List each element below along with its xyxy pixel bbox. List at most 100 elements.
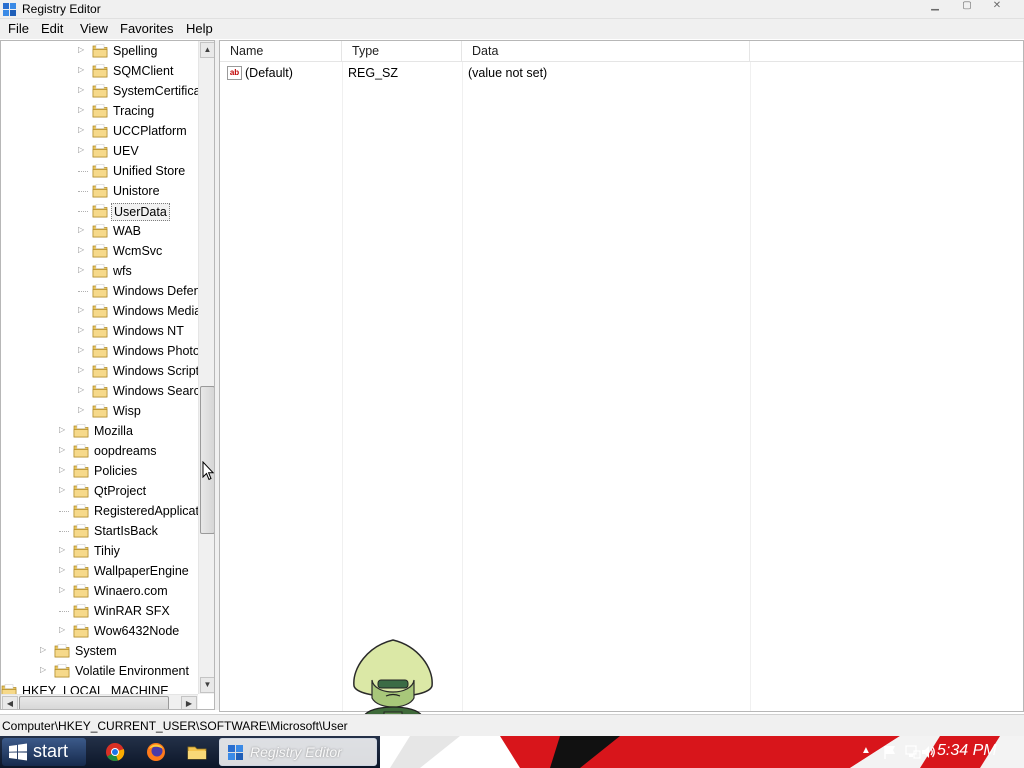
expand-arrow-icon[interactable]: ▷ [78,265,86,275]
tree-item[interactable]: ▷ Mozilla [1,422,198,440]
taskbar-registry-editor[interactable]: Registry Editor [219,738,377,766]
tree-item-label[interactable]: Wow6432Node [92,623,181,639]
tree-item[interactable]: ▷Windows Script Host [1,362,214,380]
tree-item-label[interactable]: StartIsBack [92,523,160,539]
firefox-icon[interactable] [145,741,167,763]
expand-arrow-icon[interactable]: ▷ [78,345,86,355]
expand-arrow-icon[interactable]: ▷ [59,465,67,475]
maximize-button[interactable]: ▢ [954,0,980,14]
expand-arrow-icon[interactable]: ▷ [78,125,86,135]
value-name[interactable]: (Default) [245,66,293,80]
expand-arrow-icon[interactable]: ▷ [59,585,67,595]
tree-item-label[interactable]: oopdreams [92,443,159,459]
network-icon[interactable] [905,744,921,760]
tree-item-label[interactable]: QtProject [92,483,148,499]
expand-arrow-icon[interactable]: ▷ [78,385,86,395]
expand-arrow-icon[interactable]: ▷ [78,305,86,315]
tree-item-label[interactable]: WallpaperEngine [92,563,191,579]
tree-item[interactable]: ▷ UCCPlatform [1,122,198,140]
file-explorer-icon[interactable] [186,741,208,763]
tree-item[interactable]: ▷ Windows Search [1,382,207,400]
tree-item[interactable]: ▷ Winaero.com [1,582,198,600]
tree-item[interactable]: ▷ QtProject [1,482,198,500]
tree-item[interactable]: ▷ Wisp [1,402,198,420]
tree-item-label[interactable]: Mozilla [92,423,135,439]
tree-item[interactable]: RegisteredApplications [1,502,214,520]
tree-hscroll-thumb[interactable] [19,696,169,709]
key-tree-pane[interactable]: ▷ Spelling ▷ SQMClient ▷ SystemCertificates ▷ T… [0,40,215,710]
tree-item[interactable]: WinRAR SFX [1,602,198,620]
menu-file[interactable]: File [8,21,29,36]
expand-arrow-icon[interactable]: ▷ [78,85,86,95]
tree-horizontal-scrollbar[interactable]: ◀ ▶ [1,694,198,709]
tree-item[interactable]: ▷ SystemCertificates [1,82,214,100]
tree-item-label[interactable]: Windows Media [111,303,203,319]
show-hidden-icons-chevron-icon[interactable]: ▲ [861,745,871,756]
expand-arrow-icon[interactable]: ▷ [78,65,86,75]
tree-item-label[interactable]: WcmSvc [111,243,164,259]
menu-view[interactable]: View [80,21,108,36]
tree-item-label[interactable]: Windows NT [111,323,186,339]
tree-item[interactable]: ▷ Windows NT [1,322,198,340]
tree-item[interactable]: ▷ Windows Media [1,302,201,320]
tree-item[interactable]: StartIsBack [1,522,198,540]
menu-help[interactable]: Help [186,21,213,36]
expand-arrow-icon[interactable]: ▷ [59,425,67,435]
expand-arrow-icon[interactable]: ▷ [40,665,48,675]
tree-item-label[interactable]: Tihiy [92,543,122,559]
tree-item[interactable]: ▷ Policies [1,462,198,480]
taskbar-clock[interactable]: 5:34 PM [937,742,997,760]
tree-item[interactable]: Unified Store [1,162,198,180]
expand-arrow-icon[interactable]: ▷ [78,225,86,235]
tree-item-label[interactable]: WAB [111,223,143,239]
value-list-pane[interactable]: Name Type Data ab (Default) REG_SZ (valu… [219,40,1024,712]
column-data-header[interactable]: Data [462,41,750,62]
column-name-header[interactable]: Name [220,41,342,62]
tree-item[interactable]: ▷ SQMClient [1,62,198,80]
expand-arrow-icon[interactable]: ▷ [59,485,67,495]
expand-arrow-icon[interactable]: ▷ [59,565,67,575]
tree-item-label[interactable]: UCCPlatform [111,123,189,139]
tree-scroll-thumb[interactable] [200,386,214,534]
tree-item[interactable]: Unistore [1,182,198,200]
expand-arrow-icon[interactable]: ▷ [78,105,86,115]
tree-item-label[interactable]: System [73,643,119,659]
tree-item-label[interactable]: UEV [111,143,141,159]
tree-item-label[interactable]: UserData [111,203,170,221]
expand-arrow-icon[interactable]: ▷ [78,325,86,335]
tree-item[interactable]: ▷ wfs [1,262,198,280]
tree-item[interactable]: ▷ WcmSvc [1,242,198,260]
tree-item[interactable]: ▷ Wow6432Node [1,622,198,640]
minimize-button[interactable]: ▁ [922,0,948,14]
expand-arrow-icon[interactable]: ▷ [59,625,67,635]
tree-item-label[interactable]: Volatile Environment [73,663,191,679]
tree-item[interactable]: ▷ WallpaperEngine [1,562,198,580]
tree-item[interactable]: ▷ Volatile Environment [1,662,198,680]
expand-arrow-icon[interactable]: ▷ [78,145,86,155]
tree-item-label[interactable]: RegisteredApplications [92,503,214,519]
tree-item-label[interactable]: WinRAR SFX [92,603,172,619]
column-type-header[interactable]: Type [342,41,462,62]
close-button[interactable]: ✕ [984,0,1010,14]
scroll-right-arrow-icon[interactable]: ▶ [181,696,197,709]
tree-item[interactable]: ▷ System [1,642,198,660]
expand-arrow-icon[interactable]: ▷ [78,45,86,55]
scroll-up-arrow-icon[interactable]: ▲ [200,42,214,58]
tree-item-label[interactable]: Spelling [111,43,159,59]
tree-item-label[interactable]: Unified Store [111,163,187,179]
tree-item[interactable]: ▷ Spelling [1,42,198,60]
tree-vertical-scrollbar[interactable]: ▲ ▼ [198,41,214,694]
tree-item[interactable]: ▷ Tracing [1,102,198,120]
scroll-left-arrow-icon[interactable]: ◀ [2,696,18,709]
tree-item[interactable]: ▷ Tihiy [1,542,198,560]
expand-arrow-icon[interactable]: ▷ [78,365,86,375]
expand-arrow-icon[interactable]: ▷ [78,245,86,255]
tree-item[interactable]: ▷ WAB [1,222,198,240]
tree-item-label[interactable]: Wisp [111,403,143,419]
scroll-down-arrow-icon[interactable]: ▼ [200,677,214,693]
volume-icon[interactable] [920,744,936,760]
tree-item[interactable]: Windows Defender [1,282,214,300]
expand-arrow-icon[interactable]: ▷ [78,405,86,415]
tree-item-label[interactable]: wfs [111,263,134,279]
tree-item[interactable]: ▷ oopdreams [1,442,198,460]
